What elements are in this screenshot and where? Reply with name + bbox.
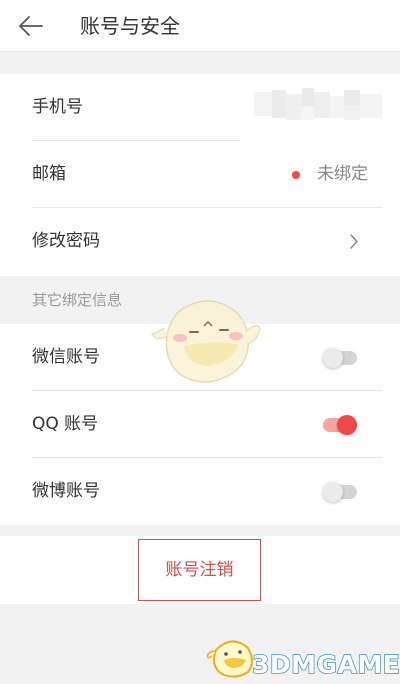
toggle-knob [323, 348, 343, 368]
site-watermark-text: 3DMGAME [251, 649, 400, 680]
weibo-toggle[interactable] [323, 482, 357, 502]
chevron-right-icon [350, 234, 358, 249]
weibo-row: 微博账号 [0, 458, 400, 525]
phone-label: 手机号 [32, 97, 83, 117]
toggle-knob [337, 415, 357, 435]
qq-toggle[interactable] [323, 415, 357, 435]
wechat-toggle[interactable] [323, 348, 357, 368]
masked-phone-number [254, 86, 382, 126]
qq-row: QQ 账号 [0, 391, 400, 458]
section-title: 其它绑定信息 [32, 291, 123, 309]
mascot-watermark-icon [151, 300, 261, 383]
email-status: 未绑定 [317, 164, 368, 184]
arrow-left-icon [19, 16, 43, 36]
email-row[interactable]: 邮箱 未绑定 [0, 141, 400, 208]
change-password-label: 修改密码 [32, 231, 100, 251]
wechat-label: 微信账号 [32, 347, 100, 367]
phone-row[interactable]: 手机号 [0, 74, 400, 141]
weibo-label: 微博账号 [32, 481, 100, 501]
status-dot [292, 171, 300, 179]
site-logo-icon [206, 640, 253, 678]
qq-label: QQ 账号 [32, 414, 99, 434]
page-title: 账号与安全 [80, 14, 180, 38]
top-bar: 账号与安全 [0, 0, 400, 52]
email-label: 邮箱 [32, 164, 66, 184]
cancel-account-area: 账号注销 [0, 536, 400, 604]
change-password-row[interactable]: 修改密码 [0, 208, 400, 275]
back-button[interactable] [18, 14, 44, 38]
account-settings-group: 手机号 邮箱 未绑定 修改密码 [0, 74, 400, 276]
toggle-knob [323, 482, 343, 502]
cancel-account-button[interactable]: 账号注销 [138, 539, 261, 601]
